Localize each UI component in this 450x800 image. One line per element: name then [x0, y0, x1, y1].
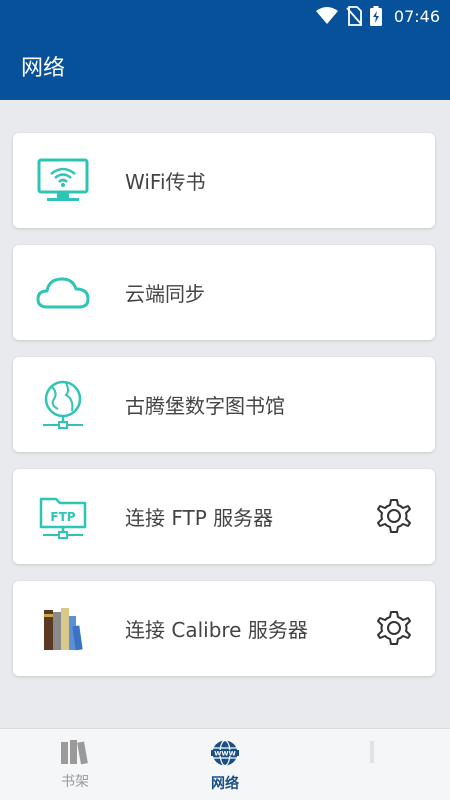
tab-label: 书架	[61, 774, 89, 790]
tab-network[interactable]: WWW 网络	[185, 739, 265, 793]
globe-network-icon	[35, 377, 91, 433]
svg-text:FTP: FTP	[50, 510, 75, 524]
wifi-transfer-card[interactable]: WiFi传书	[13, 133, 435, 228]
bookshelf-icon	[61, 740, 88, 765]
menu-item-label: 连接 FTP 服务器	[125, 506, 274, 530]
status-bar: 07:46	[0, 0, 450, 32]
www-globe-icon: WWW	[211, 739, 239, 767]
wifi-signal-icon	[315, 7, 338, 24]
ftp-folder-icon: FTP	[35, 489, 91, 545]
menu-item-label: 古腾堡数字图书馆	[125, 394, 285, 418]
bottom-navigation: 书架 WWW 网络	[0, 728, 450, 800]
gutenberg-library-card[interactable]: 古腾堡数字图书馆	[13, 357, 435, 452]
tab-bookshelf[interactable]: 书架	[35, 739, 115, 791]
partial-tab-icon	[368, 741, 376, 763]
tab-label: 网络	[211, 776, 239, 792]
no-sim-icon	[346, 6, 362, 26]
svg-text:WWW: WWW	[214, 750, 236, 758]
app-bar: 网络	[0, 32, 450, 100]
ftp-settings-gear-icon[interactable]	[375, 497, 413, 535]
calibre-settings-gear-icon[interactable]	[375, 609, 413, 647]
page-title: 网络	[21, 56, 66, 81]
ftp-server-card[interactable]: FTP 连接 FTP 服务器	[13, 469, 435, 564]
wifi-monitor-icon	[35, 153, 91, 209]
menu-item-label: 连接 Calibre 服务器	[125, 618, 308, 642]
calibre-server-card[interactable]: 连接 Calibre 服务器	[13, 581, 435, 676]
cloud-sync-card[interactable]: 云端同步	[13, 245, 435, 340]
battery-charging-icon	[369, 6, 382, 26]
menu-item-label: 云端同步	[125, 282, 205, 306]
cloud-icon	[35, 265, 91, 321]
menu-item-label: WiFi传书	[125, 170, 206, 194]
status-time: 07:46	[393, 6, 440, 26]
calibre-books-icon	[35, 601, 91, 657]
